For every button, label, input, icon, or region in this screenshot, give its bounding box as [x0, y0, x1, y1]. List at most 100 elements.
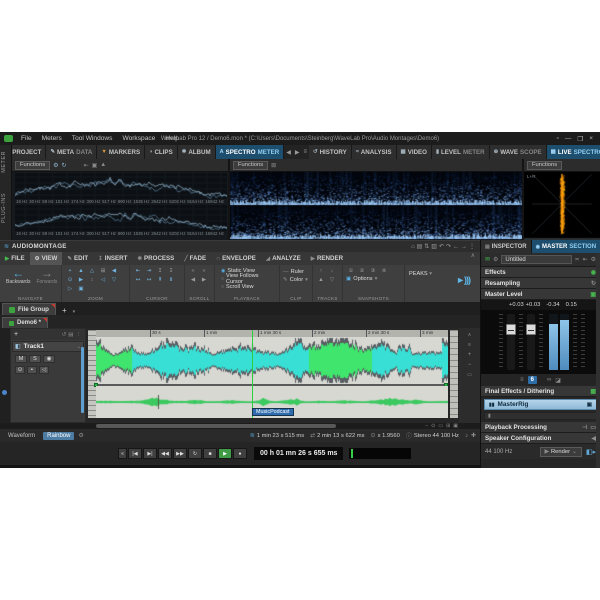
meter-route-icon[interactable]: ≍: [575, 256, 580, 263]
track-name-row[interactable]: ◧ Track1 ⌄: [12, 341, 84, 352]
playback-proc-icon1[interactable]: ⊣: [582, 424, 587, 431]
channel-list-icon[interactable]: ≡: [520, 377, 524, 383]
track-tool-icon[interactable]: ▽: [327, 276, 337, 284]
track-speaker-button[interactable]: ◁: [39, 366, 49, 374]
power-toggle-icon[interactable]: ◧▸: [586, 448, 596, 456]
waveform-view-tab[interactable]: Waveform: [4, 432, 39, 440]
ribbon-tab-insert[interactable]: ↧ INSERT: [93, 252, 132, 265]
zoom-tool-icon[interactable]: ◀: [109, 267, 119, 275]
menu-tool-windows[interactable]: Tool Windows: [70, 135, 115, 142]
tab-album[interactable]: ✱ ALBUM: [177, 145, 216, 159]
menu-meters[interactable]: Meters: [40, 135, 64, 142]
more-icon[interactable]: ⋮: [468, 243, 476, 250]
speaker-configuration-section-header[interactable]: Speaker Configuration ◀: [481, 433, 600, 444]
rewind-button[interactable]: ◀◀: [158, 448, 172, 459]
zoom-tool-icon[interactable]: ⊞: [98, 267, 108, 275]
zoom-out-icon[interactable]: −: [468, 362, 472, 368]
go-to-end-button[interactable]: ▶|: [143, 448, 157, 459]
snap-left-icon[interactable]: ⇤: [84, 162, 89, 169]
functions-button[interactable]: Functions: [15, 160, 51, 170]
plus-icon[interactable]: ✚: [471, 432, 476, 439]
tab-markers[interactable]: ▼ MARKERS: [97, 145, 146, 159]
zoom-tool-icon[interactable]: ▷: [65, 285, 75, 293]
zoom-tool-icon[interactable]: ▣: [76, 285, 86, 293]
preset-saved-icon[interactable]: ✉: [485, 256, 490, 263]
playback-processing-section-header[interactable]: Playback Processing ⊣ ▭: [481, 422, 600, 433]
cursor-tool-icon[interactable]: ↥: [155, 267, 165, 275]
cursor-tool-icon[interactable]: ↤: [133, 276, 143, 284]
track-tool-icon[interactable]: ↓: [327, 267, 337, 275]
nav-forward-icon[interactable]: →: [460, 244, 468, 250]
tab-spectrometer[interactable]: A SPECTRO METER: [215, 145, 285, 159]
tab-metadata[interactable]: ✎ META DATA: [46, 145, 98, 159]
track-tool-icon[interactable]: ↑: [316, 267, 326, 275]
go-to-start-button[interactable]: |◀: [128, 448, 142, 459]
zoom-tool-icon[interactable]: ◁: [98, 276, 108, 284]
tab-scroll-left-icon[interactable]: ◀: [284, 145, 293, 159]
restore-icon[interactable]: ▫: [554, 135, 562, 142]
close-icon[interactable]: ×: [586, 135, 596, 142]
time-display[interactable]: 00 h 01 mn 26 s 655 ms: [254, 447, 344, 460]
fader-track-right[interactable]: [527, 314, 535, 370]
stop-button[interactable]: ■: [203, 448, 217, 459]
monitor-eye-button[interactable]: ◉: [43, 355, 55, 363]
track-menu-icon[interactable]: ⋮: [75, 332, 83, 338]
redo-icon[interactable]: ↷: [445, 243, 452, 250]
layout-icon[interactable]: ▤: [416, 243, 424, 250]
tab-video[interactable]: ▦ VIDEO: [396, 145, 432, 159]
cursor-position-value[interactable]: 1 min 23 s 515 ms: [257, 433, 304, 439]
zoom-tool-icon[interactable]: ↕: [87, 276, 97, 284]
lane-view-icon[interactable]: ▭: [467, 372, 472, 378]
montage-tab-demo6[interactable]: Demo6 *: [2, 317, 49, 328]
add-tab-button[interactable]: +: [58, 306, 71, 315]
resampling-section-header[interactable]: Resampling ↻: [481, 278, 600, 289]
scroll-tool-icon[interactable]: «: [188, 267, 198, 275]
ribbon-tab-envelope[interactable]: ∩ ENVELOPE: [211, 252, 261, 265]
ribbon-tab-fade[interactable]: ╱ FADE: [179, 252, 211, 265]
lane-menu-icon[interactable]: ≡: [468, 342, 471, 348]
monitor-speaker-icon[interactable]: ►))): [456, 275, 471, 285]
tab-levelmeter[interactable]: ▮ LEVEL METER: [431, 145, 490, 159]
zoom-tool-icon[interactable]: ▲: [76, 267, 86, 275]
ribbon-tab-edit[interactable]: ✎ EDIT: [62, 252, 93, 265]
menu-workspace[interactable]: Workspace: [120, 135, 157, 142]
timeline-ruler[interactable]: 30 s 1 min 1 min 30 s 2 min 2 min 30 s 3…: [96, 330, 448, 337]
cursor-tool-icon[interactable]: ⇤: [133, 267, 143, 275]
nav-back-icon[interactable]: ←: [452, 244, 460, 250]
maximize-icon[interactable]: ❐: [574, 135, 586, 143]
playback-cursor[interactable]: [252, 330, 253, 418]
view-settings-gear-icon[interactable]: ⚙: [78, 432, 83, 439]
zoom-in-icon[interactable]: +: [468, 352, 472, 358]
tools-icon[interactable]: ⚙: [493, 256, 498, 263]
tab-mastersection[interactable]: ◉ MASTER SECTION: [531, 240, 600, 253]
backwards-button[interactable]: ← Backwards: [6, 267, 30, 285]
color-dropdown[interactable]: ✎ Color ▾: [283, 276, 310, 284]
peaks-dropdown[interactable]: PEAKS ▾: [405, 265, 437, 277]
rainbow-view-tab[interactable]: Rainbow: [43, 431, 75, 440]
transport-options-button[interactable]: «: [118, 448, 127, 459]
add-track-button[interactable]: +: [14, 331, 18, 338]
tab-history[interactable]: ↺ HISTORY: [308, 145, 352, 159]
plugin-menu-icon[interactable]: ▣: [587, 402, 592, 408]
minimize-icon[interactable]: —: [562, 135, 575, 142]
record-button[interactable]: ●: [233, 448, 247, 459]
masterrig-plugin-slot[interactable]: ▮▮ MasterRig ▣: [484, 399, 597, 410]
track-record-button[interactable]: ⊙: [15, 366, 25, 374]
zoom-tool-icon[interactable]: +: [65, 267, 75, 275]
tab-livespectrogram[interactable]: ▩LIVESPECTROGRAM: [546, 145, 600, 159]
functions-button[interactable]: Functions: [233, 160, 269, 170]
zoom-tool-icon[interactable]: ⊙: [65, 276, 75, 284]
clear-icon[interactable]: ⊠: [271, 162, 276, 169]
lock-icon[interactable]: ◪: [555, 377, 561, 384]
play-button[interactable]: ▶: [218, 448, 232, 459]
snapshot-icon[interactable]: ④: [379, 267, 389, 275]
zoom-tool-icon[interactable]: ▶: [76, 276, 86, 284]
track-routing-button[interactable]: ▪: [27, 366, 37, 374]
selection-length-value[interactable]: 2 min 13 s 622 ms: [317, 433, 364, 439]
preset-name-field[interactable]: Untitled: [501, 255, 572, 264]
cursor-tool-icon[interactable]: ⇟: [166, 276, 176, 284]
render-button[interactable]: ▶ Render ⌄: [539, 446, 582, 457]
effects-section-header[interactable]: Effects ◉: [481, 267, 600, 278]
track-undo-icon[interactable]: ↺: [61, 332, 68, 338]
fader-handle-left[interactable]: [506, 324, 516, 335]
